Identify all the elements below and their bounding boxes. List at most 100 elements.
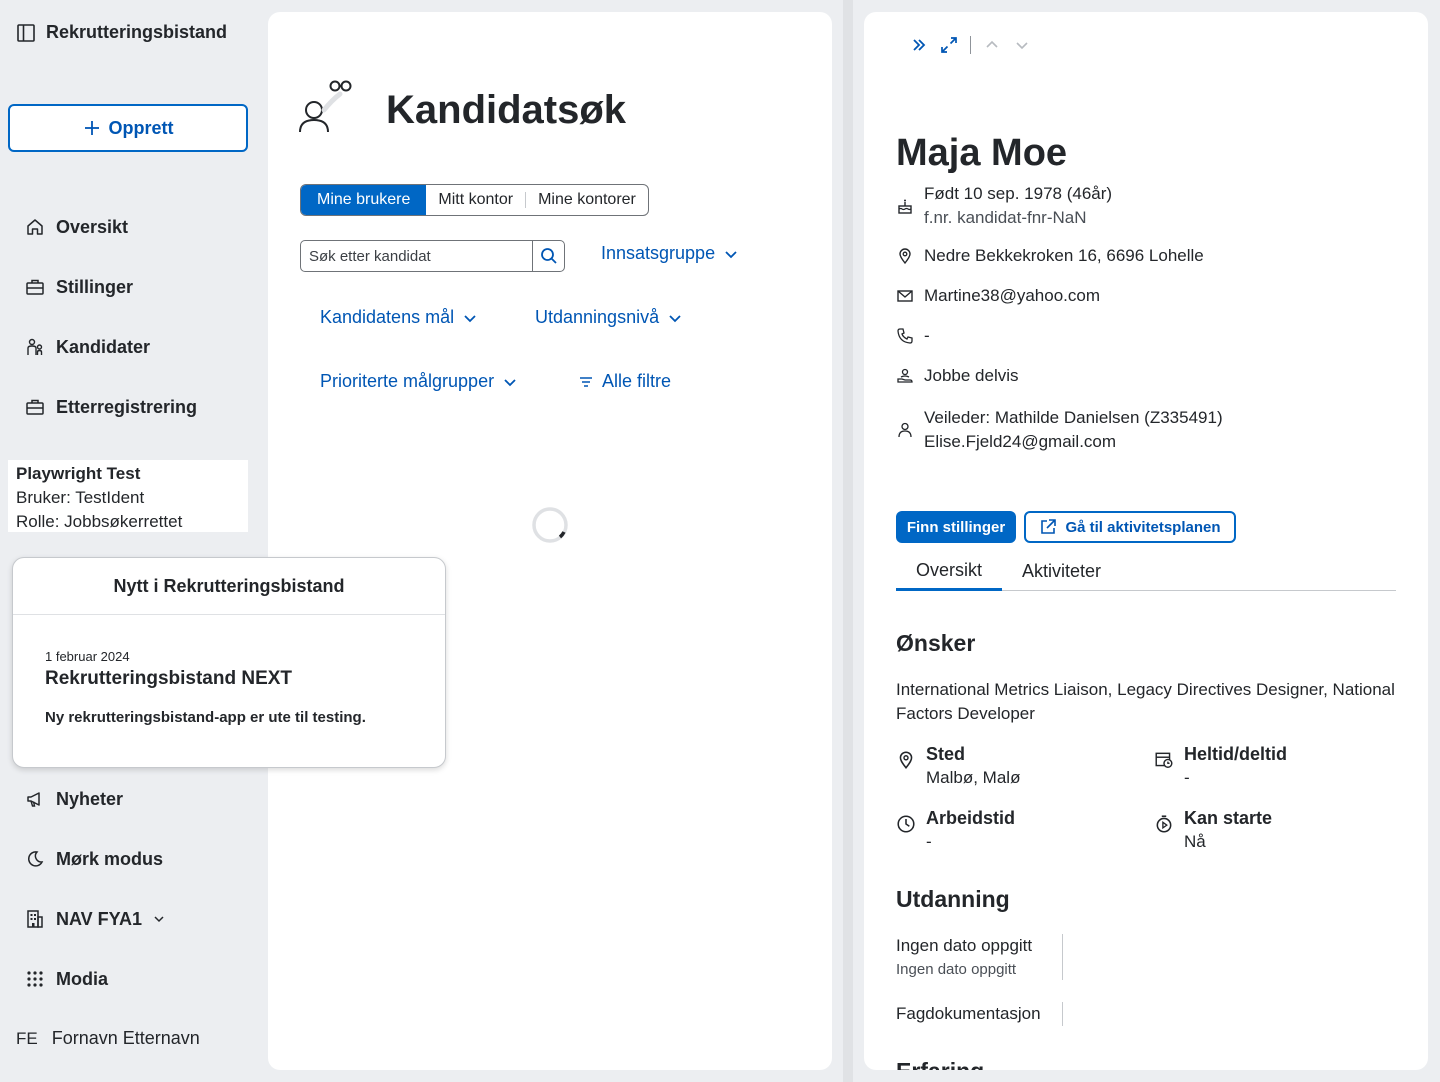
sidebar-item-jobs[interactable]: Stillinger	[24, 273, 133, 301]
filter-effort-group[interactable]: Innsatsgruppe	[601, 243, 739, 264]
find-jobs-label: Finn stillinger	[906, 518, 1006, 536]
stopwatch-icon	[1154, 814, 1174, 834]
sidebar-item-label: Mørk modus	[56, 848, 164, 869]
wish-worktime: Arbeidstid -	[896, 806, 1015, 854]
activity-plan-button[interactable]: Gå til aktivitetsplanen	[1024, 511, 1236, 543]
avatar: FE	[16, 1028, 38, 1048]
filter-label: Utdanningsnivå	[535, 307, 660, 327]
find-jobs-button[interactable]: Finn stillinger	[896, 511, 1016, 543]
search-button[interactable]	[532, 241, 564, 271]
candidate-search-box	[300, 240, 565, 272]
sidebar-item-office[interactable]: NAV FYA1	[24, 905, 166, 933]
candidate-search-illustration-icon	[296, 78, 356, 138]
megaphone-icon	[24, 788, 46, 810]
news-body: Ny rekrutteringsbistand-app er ute til t…	[45, 709, 366, 726]
info-address: Nedre Bekkekroken 16, 6696 Lohelle	[896, 246, 1204, 266]
education-divider	[1062, 1002, 1063, 1026]
chevron-down-icon	[152, 912, 166, 926]
building-icon	[24, 908, 46, 930]
chevron-down-icon	[723, 246, 739, 262]
wish-fulltime: Heltid/deltid -	[1154, 742, 1287, 790]
tab-activities[interactable]: Aktiviteter	[1002, 552, 1121, 591]
activity-plan-label: Gå til aktivitetsplanen	[1065, 518, 1221, 536]
user-menu[interactable]: FE Fornavn Etternavn	[16, 1028, 200, 1049]
person-icon	[896, 421, 914, 439]
toggle-my-office[interactable]: Mitt kontor	[426, 185, 525, 215]
wish-label: Kan starte	[1184, 808, 1273, 828]
create-button[interactable]: Opprett	[8, 104, 248, 152]
wishes-text: International Metrics Liaison, Legacy Di…	[896, 680, 1395, 723]
supervisor-email: Elise.Fjeld24@gmail.com	[924, 432, 1117, 451]
sidebar-toggle-icon[interactable]	[16, 23, 36, 43]
sidebar: Rekrutteringsbistand Opprett Oversikt St…	[0, 0, 268, 1082]
all-filters-button[interactable]: Alle filtre	[578, 371, 671, 392]
page-title: Kandidatsøk	[386, 88, 627, 132]
experience-title: Erfaring	[896, 1058, 984, 1070]
phone-icon	[896, 327, 914, 345]
info-supervisor: Veileder: Mathilde Danielsen (Z335491) E…	[896, 406, 1223, 454]
user-ident: Bruker: TestIdent	[16, 488, 145, 507]
briefcase-icon	[24, 276, 46, 298]
app-header[interactable]: Rekrutteringsbistand	[16, 22, 227, 43]
loading-spinner-icon	[531, 506, 569, 544]
calendar-clock-icon	[1154, 750, 1174, 770]
info-work-status: Jobbe delvis	[896, 366, 1019, 386]
sidebar-item-label: Kandidater	[56, 336, 151, 357]
user-role: Rolle: Jobbsøkerrettet	[16, 512, 183, 531]
location-pin-icon	[896, 750, 916, 770]
wish-label: Sted	[926, 744, 966, 764]
candidate-search-panel: Kandidatsøk Mine brukere Mitt kontor Min…	[268, 12, 832, 1070]
work-status: Jobbe delvis	[924, 366, 1019, 385]
filter-lines-icon	[578, 374, 594, 390]
wish-value: Nå	[1184, 832, 1206, 851]
sidebar-item-dark-mode[interactable]: Mørk modus	[24, 845, 163, 873]
education-title: Utdanning	[896, 886, 1010, 912]
moon-icon	[24, 848, 46, 870]
national-id: f.nr. kandidat-fnr-NaN	[924, 208, 1087, 227]
birth-date: Født 10 sep. 1978 (46år)	[924, 184, 1113, 203]
filter-candidate-goal[interactable]: Kandidatens mål	[320, 307, 478, 328]
chevron-up-icon[interactable]	[983, 36, 1001, 54]
wish-value: -	[926, 832, 932, 851]
user-info-card: Playwright Test Bruker: TestIdent Rolle:…	[8, 460, 248, 532]
sidebar-item-label: Modia	[56, 968, 108, 989]
toggle-my-users[interactable]: Mine brukere	[301, 185, 427, 215]
toggle-my-offices[interactable]: Mine kontorer	[526, 185, 648, 215]
wishes-title: Ønsker	[896, 630, 976, 656]
detail-tabs: Oversikt Aktiviteter	[896, 552, 1396, 591]
avatar-name: Fornavn Etternavn	[51, 1028, 200, 1048]
education-divider	[1062, 934, 1063, 980]
search-input[interactable]	[301, 241, 532, 271]
sidebar-item-candidates[interactable]: Kandidater	[24, 333, 150, 361]
briefcase-icon	[24, 396, 46, 418]
tab-overview[interactable]: Oversikt	[896, 552, 1003, 591]
sidebar-item-post-registration[interactable]: Etterregistrering	[24, 393, 197, 421]
wish-label: Heltid/deltid	[1184, 744, 1287, 764]
collapse-panel-icon[interactable]	[910, 36, 928, 54]
candidate-name: Maja Moe	[896, 132, 1068, 174]
filter-education-level[interactable]: Utdanningsnivå	[535, 307, 683, 328]
filter-label: Alle filtre	[602, 371, 672, 391]
wish-value: -	[1184, 768, 1190, 787]
grid-menu-icon	[24, 968, 46, 990]
chevron-down-icon[interactable]	[1013, 36, 1031, 54]
sidebar-item-modia[interactable]: Modia	[24, 965, 108, 993]
sidebar-item-label: Nyheter	[56, 788, 124, 809]
detail-toolbar	[910, 36, 1031, 54]
expand-icon[interactable]	[940, 36, 958, 54]
chevron-down-icon	[667, 310, 683, 326]
phone: -	[924, 326, 930, 345]
panel-resize-handle[interactable]	[843, 0, 853, 1082]
wish-start: Kan starte Nå	[1154, 806, 1272, 854]
news-date: 1 februar 2024	[45, 649, 130, 664]
user-scope-toggle[interactable]: Mine brukere Mitt kontor Mine kontorer	[300, 184, 649, 216]
address: Nedre Bekkekroken 16, 6696 Lohelle	[924, 246, 1204, 265]
education-entry: Ingen dato oppgitt Ingen dato oppgitt	[896, 934, 1032, 982]
candidate-detail-panel: Maja Moe Født 10 sep. 1978 (46år) f.nr. …	[864, 12, 1428, 1070]
external-link-icon	[1039, 518, 1057, 536]
info-phone: -	[896, 326, 930, 346]
sidebar-item-overview[interactable]: Oversikt	[24, 213, 128, 241]
sidebar-item-news[interactable]: Nyheter	[24, 785, 123, 813]
toolbar-separator	[970, 36, 971, 54]
filter-priority-groups[interactable]: Prioriterte målgrupper	[320, 371, 518, 392]
